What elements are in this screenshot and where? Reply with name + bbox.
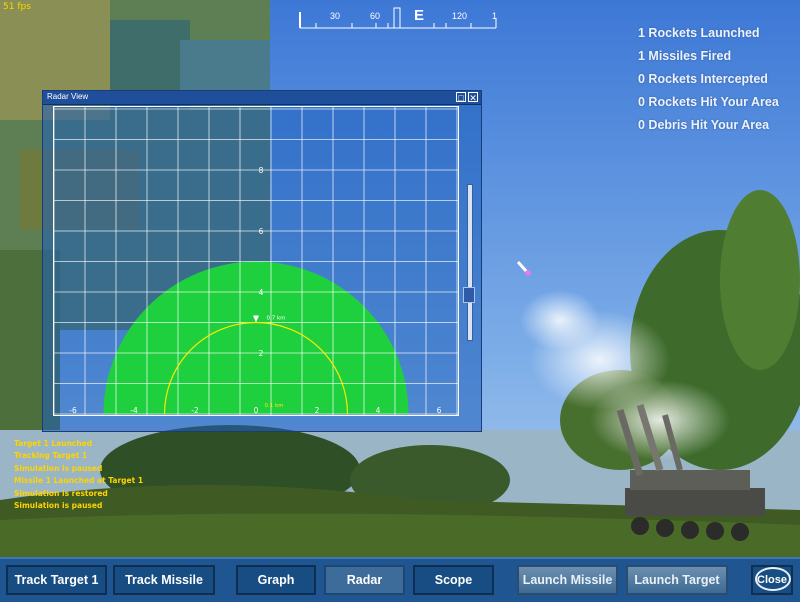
radar-inner-range-label: 0.1 km xyxy=(264,403,283,409)
radar-outer-range-label: 0.7 km xyxy=(266,316,285,322)
radar-coverage-area xyxy=(103,261,409,414)
track-target-button[interactable]: Track Target 1 xyxy=(6,565,107,595)
radar-plot: -6 -4 -2 0 2 4 6 2 4 6 8 0.7 km 0.1 km xyxy=(53,106,459,416)
radar-x-tick-label: 4 xyxy=(376,406,381,415)
radar-y-tick-label: 8 xyxy=(259,166,264,175)
log-entry: Missile 1 Launched at Target 1 xyxy=(14,476,144,486)
compass-tick-150: 1 xyxy=(492,11,498,21)
radar-x-tick-label: -4 xyxy=(130,406,138,415)
log-entry: Tracking Target 1 xyxy=(14,451,88,461)
fps-counter: 51 fps xyxy=(3,2,31,12)
radar-y-tick-label: 4 xyxy=(259,288,264,297)
radar-x-tick-label: 6 xyxy=(437,406,442,415)
radar-x-tick-label: 0 xyxy=(254,406,259,415)
log-entry: Simulation is paused xyxy=(14,463,103,473)
radar-y-tick-label: 6 xyxy=(259,227,264,236)
stat-rockets-intercepted: 0 Rockets Intercepted xyxy=(638,72,768,86)
log-entry: Target 1 Launched xyxy=(14,439,93,448)
close-icon[interactable]: ✕ xyxy=(468,92,478,103)
stat-missiles-fired: 1 Missiles Fired xyxy=(638,49,732,63)
log-entry: Simulation is paused xyxy=(14,500,103,510)
stat-rockets-launched: 1 Rockets Launched xyxy=(638,26,760,40)
stat-debris-hit-area: 0 Debris Hit Your Area xyxy=(638,118,770,132)
radar-zoom-slider-track[interactable] xyxy=(467,184,473,341)
track-missile-button[interactable]: Track Missile xyxy=(113,565,215,595)
maximize-icon[interactable]: □ xyxy=(456,92,466,103)
bottom-toolbar: Track Target 1 Track Missile Graph Radar… xyxy=(0,557,800,602)
event-log: Target 1 Launched Tracking Target 1 Simu… xyxy=(14,438,143,512)
radar-y-tick-label: 2 xyxy=(259,349,264,358)
radar-x-tick-label: -2 xyxy=(191,406,199,415)
compass-tick-east: E xyxy=(414,7,425,24)
radar-button[interactable]: Radar xyxy=(324,565,405,595)
stat-rockets-hit-area: 0 Rockets Hit Your Area xyxy=(638,95,779,109)
compass: 30 60 E 120 1 xyxy=(296,6,500,36)
radar-title: Radar View xyxy=(47,92,89,101)
radar-window[interactable]: Radar View □ ✕ -6 -4 -2 0 2 4 6 2 4 6 8 0.7 km 0.1 k… xyxy=(42,90,482,432)
radar-x-tick-label: -6 xyxy=(69,406,77,415)
compass-scale xyxy=(299,7,497,29)
stats-panel: 1 Rockets Launched 1 Missiles Fired 0 Ro… xyxy=(638,22,779,137)
scope-button[interactable]: Scope xyxy=(413,565,494,595)
launch-missile-button[interactable]: Launch Missile xyxy=(517,565,618,595)
radar-title-bar[interactable]: Radar View □ ✕ xyxy=(43,91,481,105)
close-button[interactable]: Close xyxy=(751,565,793,595)
compass-tick-120: 120 xyxy=(452,11,468,21)
launch-target-button[interactable]: Launch Target xyxy=(626,565,728,595)
radar-zoom-slider-handle[interactable] xyxy=(463,286,475,303)
compass-tick-60: 60 xyxy=(370,11,381,21)
radar-x-tick-label: 2 xyxy=(315,406,320,415)
log-entry: Simulation is restored xyxy=(14,488,108,498)
compass-tick-30: 30 xyxy=(330,11,341,21)
graph-button[interactable]: Graph xyxy=(236,565,316,595)
